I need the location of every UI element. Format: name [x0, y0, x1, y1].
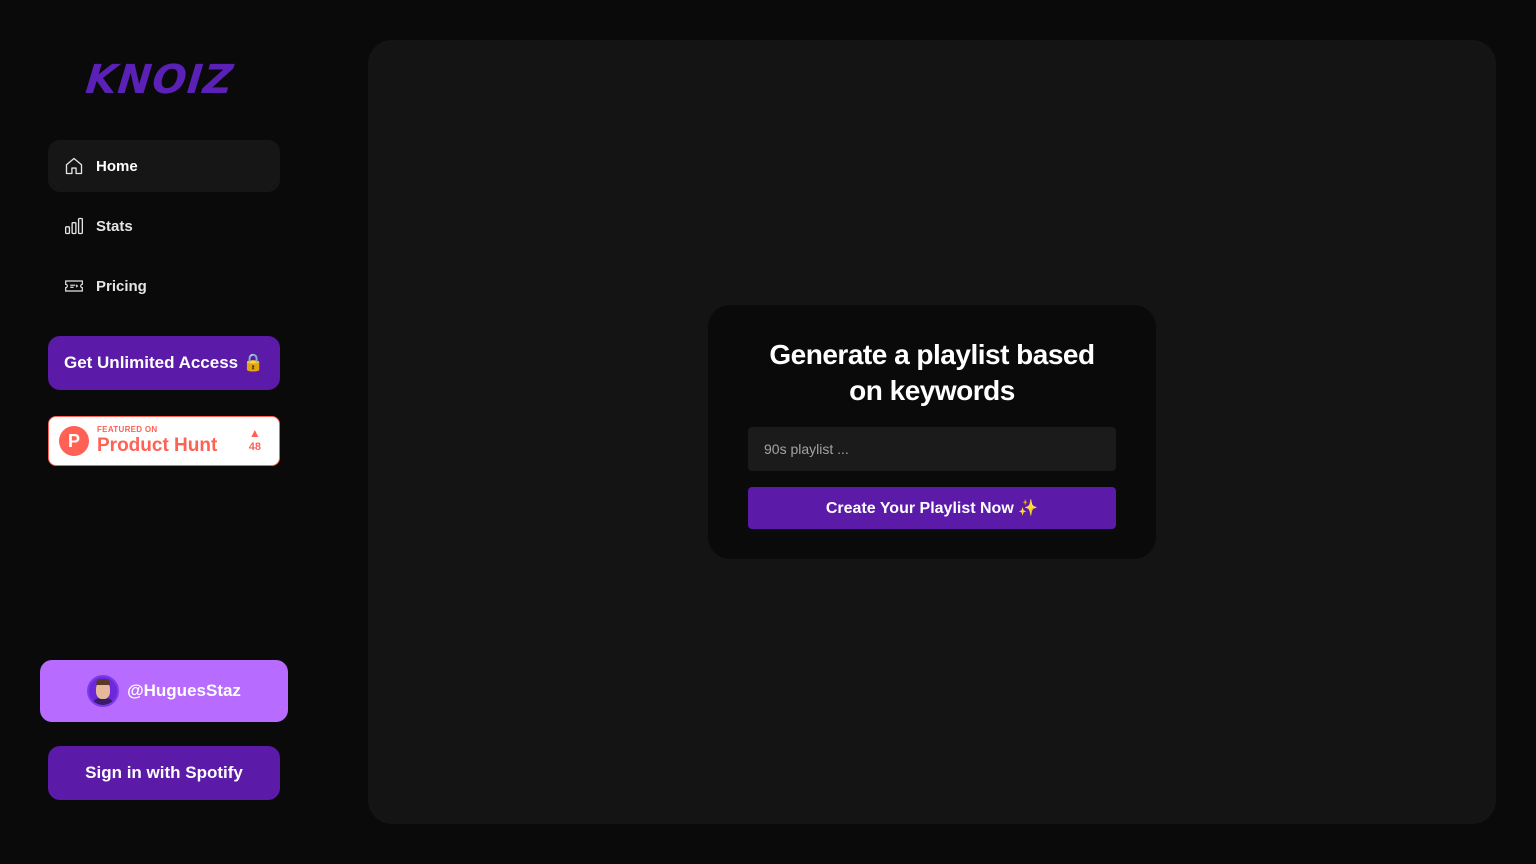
- main-panel: Generate a playlist based on keywords Cr…: [368, 40, 1496, 824]
- sidebar-item-label: Stats: [96, 217, 133, 235]
- user-handle: @HuguesStaz: [127, 681, 241, 700]
- ticket-icon: [64, 276, 84, 296]
- product-hunt-name: Product Hunt: [97, 435, 218, 456]
- product-hunt-votes: ▲ 48: [249, 426, 261, 454]
- logo-text: KNOIZ: [83, 57, 236, 103]
- sidebar-item-pricing[interactable]: Pricing: [48, 260, 280, 312]
- sidebar: KNOIZ Home Stats Pricing Get Unlimited A…: [0, 0, 328, 864]
- avatar: [87, 675, 120, 707]
- vote-count: 48: [248, 441, 261, 453]
- create-playlist-button[interactable]: Create Your Playlist Now ✨: [748, 487, 1116, 529]
- sidebar-item-stats[interactable]: Stats: [48, 200, 280, 252]
- sidebar-item-label: Home: [96, 157, 138, 175]
- sidebar-item-label: Pricing: [96, 277, 147, 295]
- product-hunt-logo: P: [59, 426, 89, 456]
- keyword-input[interactable]: [748, 427, 1116, 471]
- user-profile-card[interactable]: @HuguesStaz: [40, 660, 288, 722]
- bar-chart-icon: [64, 216, 84, 236]
- sign-in-spotify-button[interactable]: Sign in with Spotify: [48, 746, 280, 800]
- get-unlimited-access-button[interactable]: Get Unlimited Access 🔒: [48, 336, 280, 390]
- playlist-generator-card: Generate a playlist based on keywords Cr…: [708, 305, 1156, 559]
- home-icon: [64, 156, 84, 176]
- product-hunt-featured-label: FEATURED ON: [97, 425, 158, 434]
- card-title: Generate a playlist based on keywords: [769, 339, 1095, 406]
- product-hunt-text: FEATURED ON Product Hunt: [97, 425, 217, 457]
- upvote-arrow-icon: ▲: [248, 426, 261, 440]
- knoiz-logo[interactable]: KNOIZ: [83, 57, 236, 103]
- app-root: KNOIZ Home Stats Pricing Get Unlimited A…: [0, 0, 1536, 864]
- sidebar-item-home[interactable]: Home: [48, 140, 280, 192]
- product-hunt-badge[interactable]: P FEATURED ON Product Hunt ▲ 48: [48, 416, 280, 466]
